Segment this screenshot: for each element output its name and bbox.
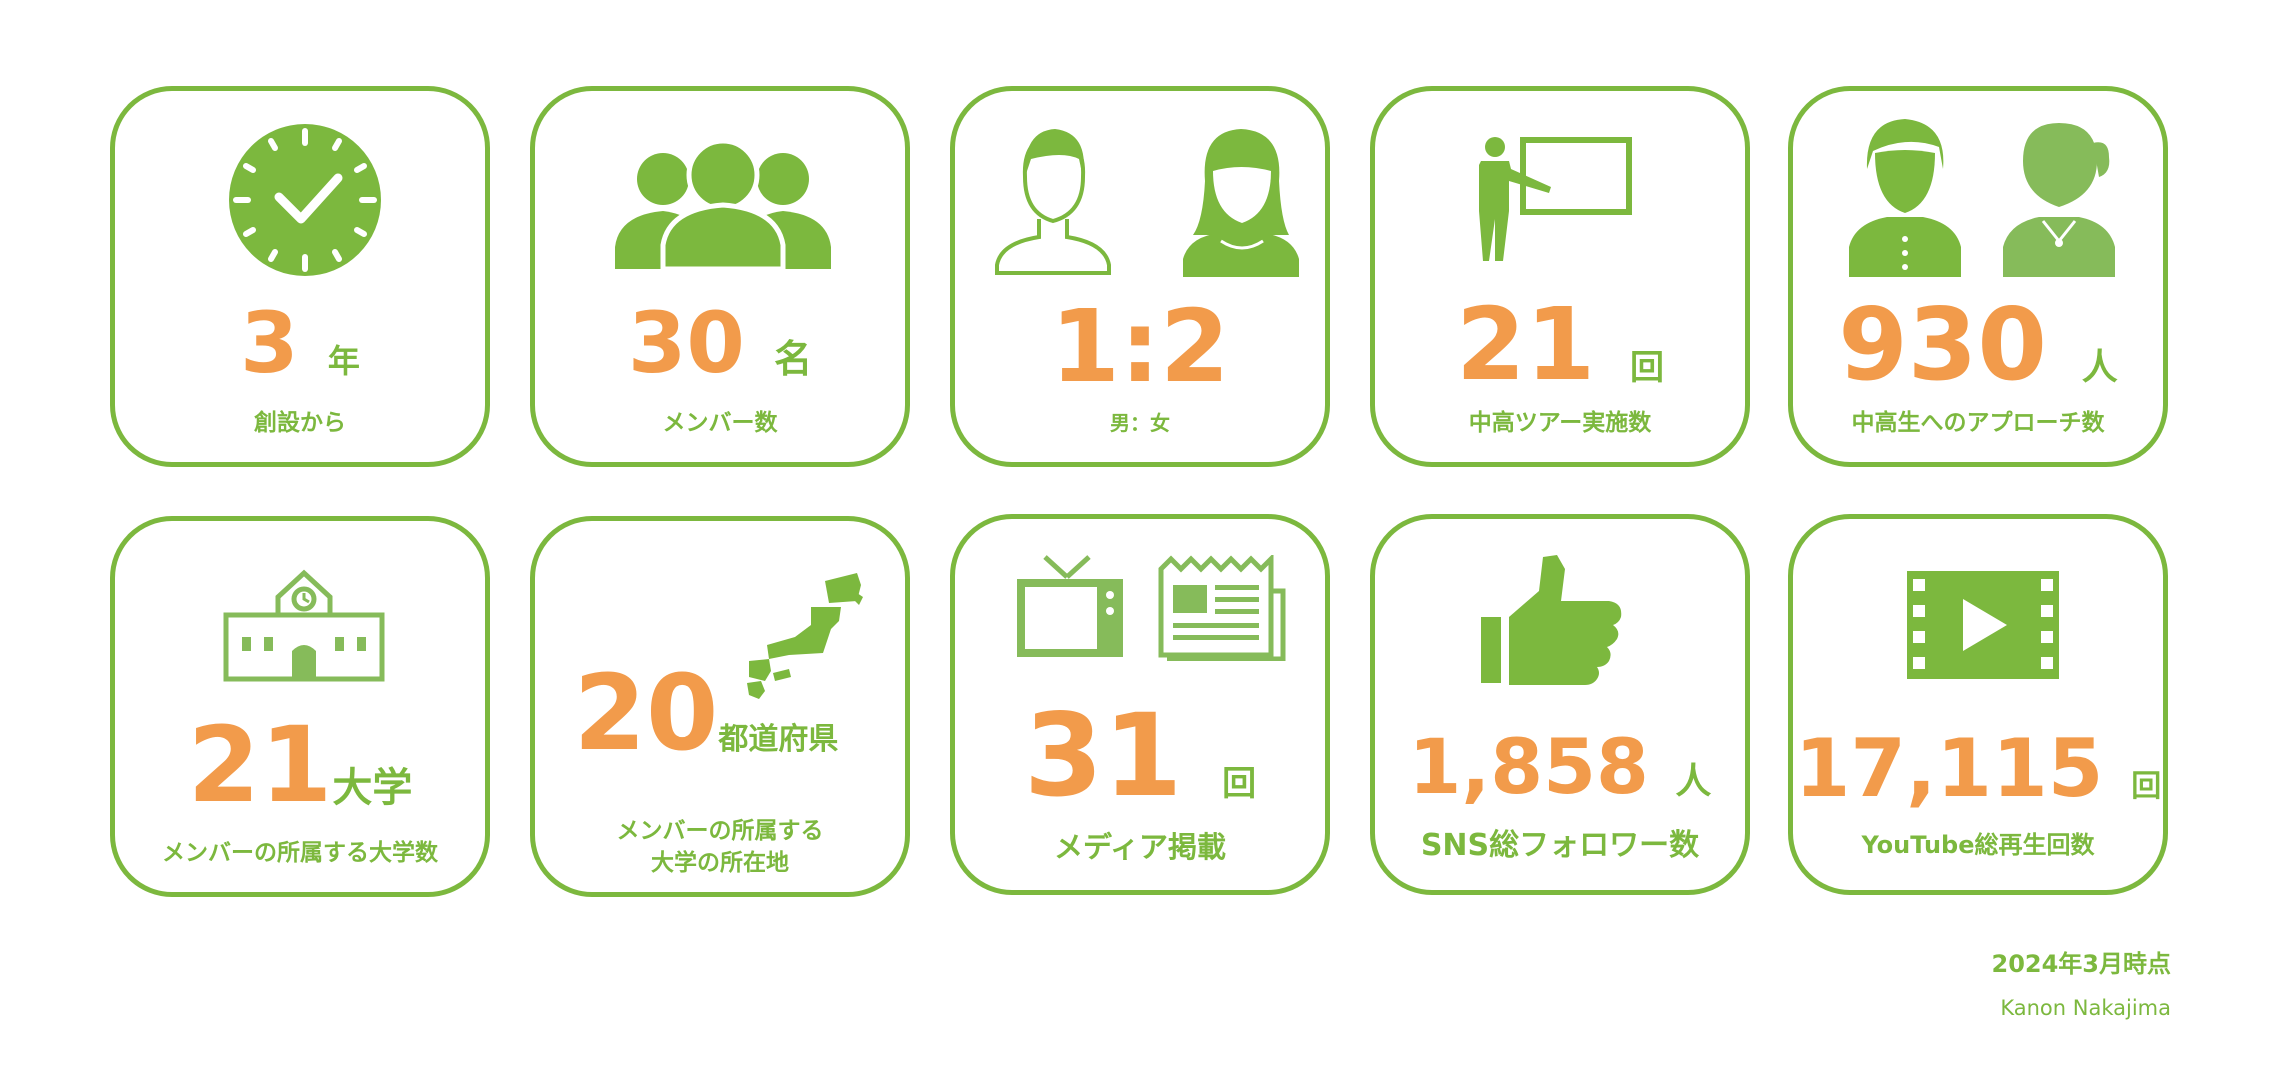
stat-label-multiline: メンバーの所属する 大学の所在地 — [535, 815, 905, 879]
stat-value: 17,115 — [1794, 722, 2104, 815]
stat-card-gender-ratio: 1:2 男：女 — [950, 86, 1330, 467]
stat-value-row: 20都道府県 — [521, 661, 891, 765]
stat-unit: 回 — [1630, 348, 1664, 388]
stat-value-row: 930 人 — [1793, 295, 2163, 395]
stat-label: 創設から — [254, 410, 346, 436]
stat-value: 31 — [1023, 689, 1183, 822]
stat-value-row: 17,115 回 — [1793, 729, 2163, 809]
stat-unit: 大学 — [332, 765, 413, 811]
stat-label: メンバー数 — [662, 410, 778, 436]
stat-card-school-tours: 21 回 中高ツアー実施数 — [1370, 86, 1750, 467]
stat-unit: 回 — [2131, 769, 2162, 804]
stat-value-row: 3 年 — [115, 301, 485, 385]
stat-value: 930 — [1838, 286, 2047, 403]
stat-value-row: 1,858 人 — [1375, 729, 1745, 805]
students-icon — [1849, 119, 2115, 277]
stat-card-media: 31 回 メディア掲載 — [950, 514, 1330, 895]
stat-label: 中高生へのアプローチ数 — [1851, 410, 2105, 436]
stat-label-line1: メンバーの所属する — [616, 818, 824, 844]
stat-unit: 人 — [2081, 347, 2118, 388]
stat-label: メディア掲載 — [1054, 830, 1226, 864]
presenter-icon — [1479, 137, 1632, 261]
stat-label: 中高ツアー実施数 — [1468, 410, 1652, 436]
stat-card-members: 30 名 メンバー数 — [530, 86, 910, 467]
stat-unit: 人 — [1675, 761, 1712, 802]
stat-value: 21 — [1456, 286, 1596, 403]
stat-card-prefectures: 20都道府県 メンバーの所属する 大学の所在地 — [530, 516, 910, 897]
group-icon — [615, 138, 831, 269]
stat-value-row: 21大学 — [115, 713, 485, 817]
stat-card-founded: 3 年 創設から — [110, 86, 490, 467]
stat-unit: 年 — [327, 342, 360, 380]
stat-unit: 都道府県 — [718, 722, 839, 757]
stat-card-sns-followers: 1,858 人 SNS総フォロワー数 — [1370, 514, 1750, 895]
footer-date: 2024年3月時点 — [1991, 950, 2172, 978]
stat-value: 3 — [240, 294, 299, 392]
video-icon — [1907, 571, 2059, 679]
stat-value-row: 21 回 — [1375, 295, 1745, 395]
thumbs-up-icon — [1481, 555, 1622, 685]
stat-label-line2: 大学の所在地 — [651, 850, 789, 877]
tv-newspaper-icon — [1017, 555, 1286, 661]
stat-label: 男：女 — [1110, 411, 1170, 435]
stat-card-youtube-views: 17,115 回 YouTube総再生回数 — [1788, 514, 2168, 895]
stat-unit: 回 — [1222, 764, 1257, 804]
school-icon — [223, 569, 385, 682]
footer-author: Kanon Nakajima — [2000, 996, 2171, 1020]
stat-unit: 名 — [774, 337, 813, 381]
stat-label: メンバーの所属する大学数 — [162, 840, 438, 866]
stat-value-row: 31 回 — [955, 699, 1325, 813]
stat-value: 1:2 — [1050, 288, 1230, 405]
stat-value: 20 — [573, 652, 719, 774]
stat-label: YouTube総再生回数 — [1861, 831, 2095, 859]
clock-icon — [229, 124, 381, 276]
stat-card-universities: 21大学 メンバーの所属する大学数 — [110, 516, 490, 897]
male-female-icon — [995, 129, 1299, 277]
stat-value: 30 — [627, 294, 745, 392]
stat-value-row: 30 名 — [535, 301, 905, 385]
stat-card-student-reach: 930 人 中高生へのアプローチ数 — [1788, 86, 2168, 467]
stat-value: 21 — [187, 704, 333, 826]
stat-label: SNS総フォロワー数 — [1420, 828, 1700, 863]
stat-value: 1,858 — [1408, 722, 1649, 811]
